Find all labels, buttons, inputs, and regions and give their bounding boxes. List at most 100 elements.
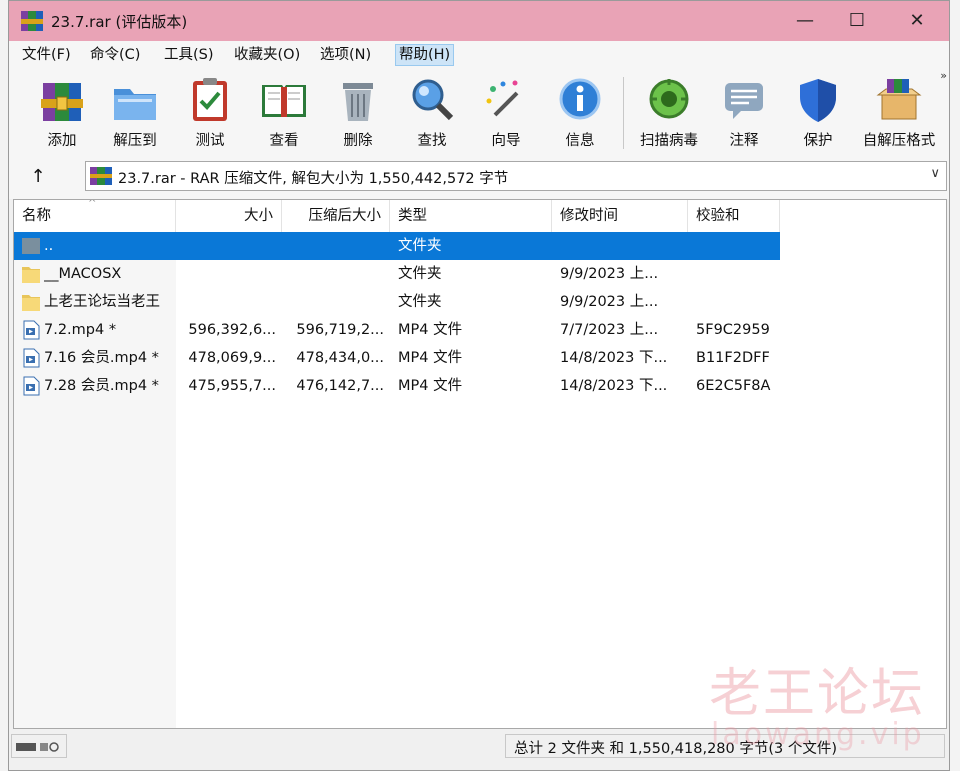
cell-checksum	[696, 288, 780, 316]
sfx-button[interactable]: 自解压格式	[857, 73, 941, 153]
menu-tools[interactable]: 工具(S)	[161, 45, 217, 65]
watermark-text: 老王论坛	[709, 664, 926, 724]
video-file-icon	[23, 320, 40, 340]
menu-bar: 文件(F) 命令(C) 工具(S) 收藏夹(O) 选项(N) 帮助(H)	[9, 41, 949, 69]
cell-size	[176, 260, 276, 288]
find-button[interactable]: 查找	[397, 73, 467, 153]
column-header-size[interactable]: 大小	[176, 200, 282, 232]
video-file-icon	[23, 348, 40, 368]
menu-commands[interactable]: 命令(C)	[87, 45, 143, 65]
sfx-label: 自解压格式	[862, 133, 936, 149]
video-file-icon	[23, 376, 40, 396]
column-header-size-label: 大小	[244, 208, 273, 224]
folder-icon	[22, 267, 40, 283]
window-title: 23.7.rar (评估版本)	[51, 13, 188, 31]
title-bar[interactable]: 23.7.rar (评估版本) — ☐ ✕	[9, 1, 949, 41]
view-label: 查看	[269, 133, 299, 149]
cell-modified	[560, 232, 686, 260]
info-label: 信息	[565, 133, 595, 149]
cell-size: 478,069,9...	[188, 350, 276, 366]
table-row[interactable]: 上老王论坛当老王 文件夹 9/9/2023 上...	[14, 288, 780, 316]
address-field[interactable]: 23.7.rar - RAR 压缩文件, 解包大小为 1,550,442,572…	[85, 161, 947, 191]
up-folder-button[interactable]: ↑	[23, 163, 53, 191]
menu-file[interactable]: 文件(F)	[19, 45, 74, 65]
virus-scan-button[interactable]: 扫描病毒	[629, 73, 709, 153]
cell-size	[176, 288, 276, 316]
cell-name: 7.16 会员.mp4 *	[44, 350, 159, 366]
cell-name: 7.2.mp4 *	[44, 322, 117, 338]
menu-options[interactable]: 选项(N)	[317, 45, 374, 65]
add-archive-icon	[41, 83, 83, 121]
virus-scan-icon	[649, 79, 689, 119]
menu-favorites[interactable]: 收藏夹(O)	[231, 45, 303, 65]
winrar-app-icon	[21, 11, 43, 31]
info-button[interactable]: 信息	[545, 73, 615, 153]
cell-type: MP4 文件	[398, 378, 463, 394]
cell-modified: 14/8/2023 下...	[560, 350, 668, 366]
extract-to-label: 解压到	[113, 133, 157, 149]
folder-icon	[22, 295, 40, 311]
toolbar-separator	[623, 77, 624, 149]
column-header-packed[interactable]: 压缩后大小	[282, 200, 390, 232]
toolbar-overflow-button[interactable]: »	[940, 69, 947, 82]
cell-checksum: B11F2DFF	[696, 350, 770, 366]
cell-type: MP4 文件	[398, 350, 463, 366]
extract-folder-icon	[114, 89, 156, 120]
cell-type: 文件夹	[398, 266, 442, 282]
watermark-url: laowang.vip	[711, 717, 925, 752]
cell-name: 7.28 会员.mp4 *	[44, 378, 159, 394]
trash-icon	[343, 83, 373, 121]
cell-packed	[282, 288, 384, 316]
chevron-down-icon[interactable]: ∨	[930, 166, 940, 181]
test-label: 测试	[195, 133, 225, 149]
column-header-name-label: 名称	[22, 208, 51, 224]
file-list[interactable]: 名称 ^ 大小 压缩后大小 类型 修改时间 校验和 .. 文件夹 __MACOSX 文…	[13, 199, 947, 729]
test-button[interactable]: 测试	[175, 73, 245, 153]
drive-status-box[interactable]	[11, 734, 67, 758]
toolbar: 添加 解压到 测试 查看 删除 查找 向导 信息 扫描病毒 注释 保护 自解压格…	[9, 69, 949, 157]
view-button[interactable]: 查看	[249, 73, 319, 153]
comment-button[interactable]: 注释	[709, 73, 779, 153]
table-row[interactable]: 7.16 会员.mp4 * 478,069,9... 478,434,0... MP4…	[14, 344, 780, 372]
drive-icon	[16, 742, 59, 752]
maximize-button[interactable]: ☐	[827, 1, 887, 41]
cell-type: 文件夹	[398, 238, 442, 254]
extract-to-button[interactable]: 解压到	[100, 73, 170, 153]
archive-icon	[90, 167, 112, 185]
cell-packed: 596,719,2...	[296, 322, 384, 338]
cell-modified: 9/9/2023 上...	[560, 266, 659, 282]
column-header-type[interactable]: 类型	[390, 200, 552, 232]
address-bar: ↑ 23.7.rar - RAR 压缩文件, 解包大小为 1,550,442,5…	[9, 157, 949, 199]
column-header-modified[interactable]: 修改时间	[552, 200, 688, 232]
cell-checksum	[696, 260, 780, 288]
delete-label: 删除	[343, 133, 373, 149]
winrar-window: 23.7.rar (评估版本) — ☐ ✕ 文件(F) 命令(C) 工具(S) …	[8, 0, 950, 771]
view-book-icon	[262, 85, 306, 117]
cell-size: 475,955,7...	[188, 378, 276, 394]
cell-name: __MACOSX	[44, 266, 122, 282]
table-row[interactable]: __MACOSX 文件夹 9/9/2023 上...	[14, 260, 780, 288]
column-header-modified-label: 修改时间	[560, 208, 618, 224]
table-row[interactable]: 7.28 会员.mp4 * 475,955,7... 476,142,7... MP4…	[14, 372, 780, 400]
cell-packed: 476,142,7...	[296, 378, 384, 394]
delete-button[interactable]: 删除	[323, 73, 393, 153]
add-label: 添加	[47, 133, 77, 149]
comment-label: 注释	[729, 133, 759, 149]
menu-help[interactable]: 帮助(H)	[395, 44, 455, 66]
cell-checksum: 6E2C5F8A	[696, 378, 771, 394]
close-button[interactable]: ✕	[887, 1, 947, 41]
table-row[interactable]: 7.2.mp4 * 596,392,6... 596,719,2... MP4 文件 7…	[14, 316, 780, 344]
protect-button[interactable]: 保护	[783, 73, 853, 153]
sfx-box-icon	[876, 79, 922, 120]
wizard-button[interactable]: 向导	[471, 73, 541, 153]
cell-modified: 14/8/2023 下...	[560, 378, 668, 394]
add-button[interactable]: 添加	[27, 73, 97, 153]
cell-packed: 478,434,0...	[296, 350, 384, 366]
find-label: 查找	[417, 133, 447, 149]
column-header-checksum-label: 校验和	[696, 208, 740, 224]
column-header-type-label: 类型	[398, 208, 427, 224]
column-header-name[interactable]: 名称 ^	[14, 200, 176, 232]
column-header-checksum[interactable]: 校验和	[688, 200, 780, 232]
table-row[interactable]: .. 文件夹	[14, 232, 780, 260]
minimize-button[interactable]: —	[775, 1, 835, 41]
